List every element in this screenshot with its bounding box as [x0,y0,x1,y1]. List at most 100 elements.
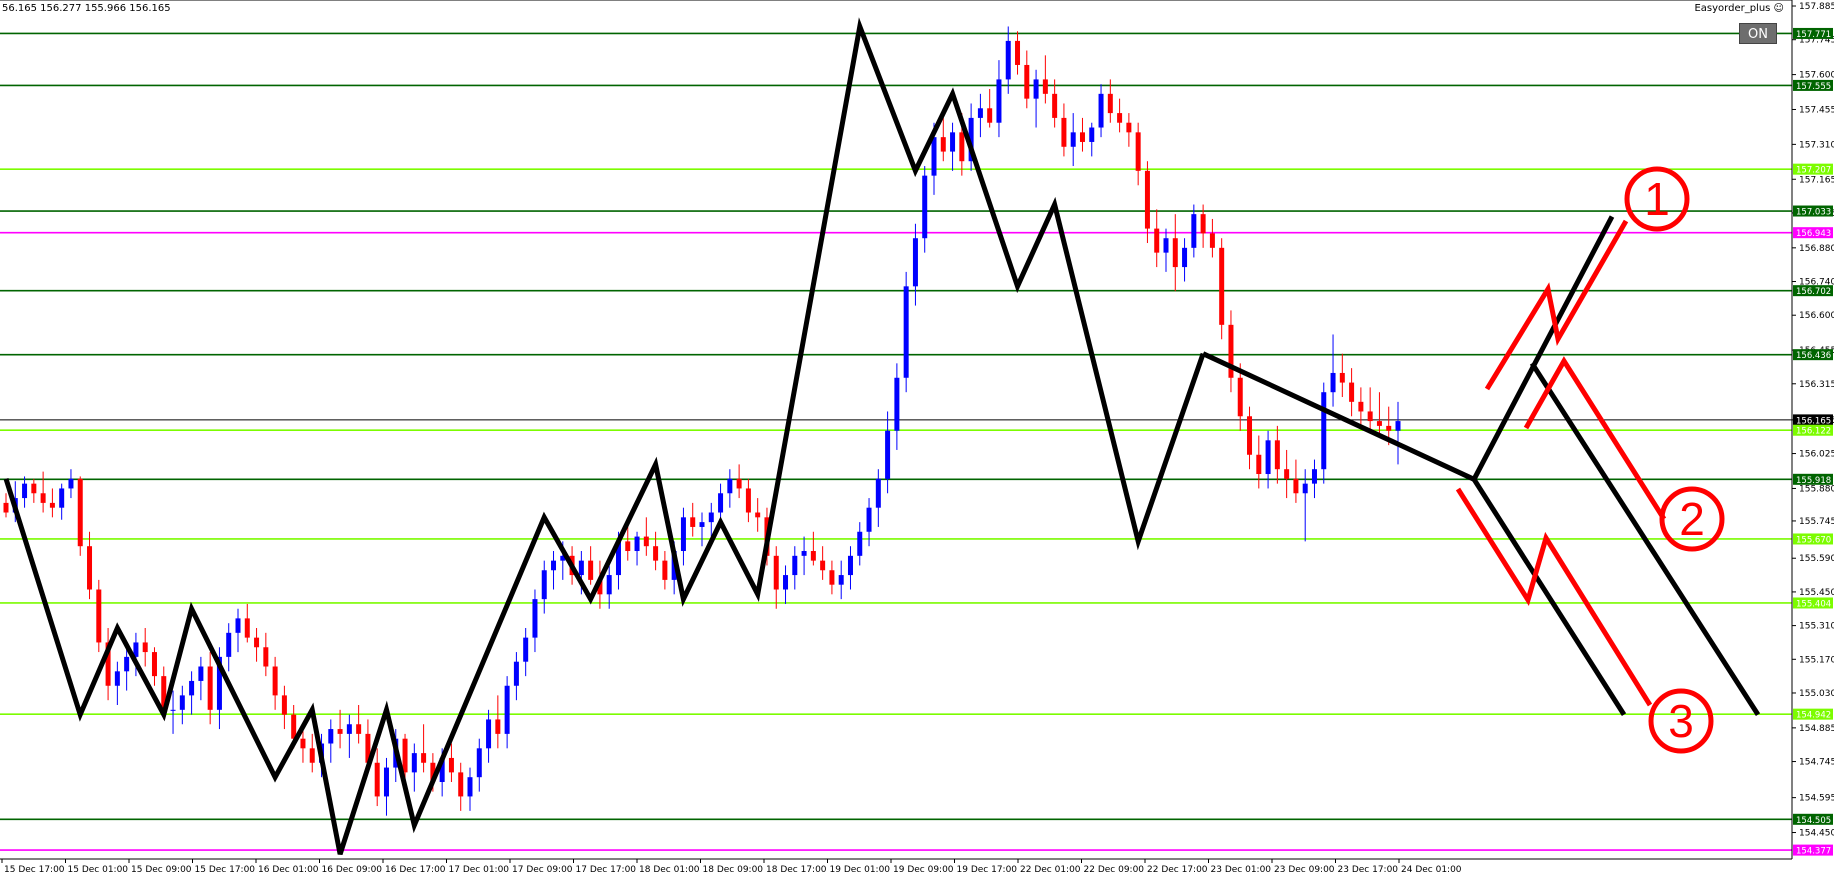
candle [1154,209,1160,268]
candle [588,546,594,585]
price-tick-label: 155.590 [1799,554,1834,564]
time-tick-label: 22 Dec 01:00 [1020,865,1081,875]
candle-body [662,560,668,580]
candle-body [346,724,352,734]
candle [690,502,696,537]
candle-body [263,647,269,667]
candle [857,522,863,566]
candle-body [1117,113,1123,123]
candle-body [940,137,946,152]
candle [1339,353,1345,398]
candle-body [1005,40,1011,80]
candle-body [1321,392,1327,470]
candle [829,560,835,595]
candle [1219,238,1225,340]
candle-body [801,551,807,556]
candle-body [22,483,28,499]
candle [254,628,260,662]
candle [77,476,83,556]
ea-on-button[interactable]: ON [1739,23,1777,44]
marker-number: 3 [1668,695,1694,747]
candle [1079,117,1085,152]
candle [1005,26,1011,94]
candle-body [996,79,1002,123]
candle-body [77,478,83,547]
candle-body [402,738,408,773]
time-tick-label: 23 Dec 17:00 [1338,865,1399,875]
time-tick-label: 19 Dec 01:00 [830,865,891,875]
candle-body [383,767,389,797]
candle-body [1376,421,1382,426]
candle-body [1191,214,1197,248]
candle [31,478,37,503]
candle-body [950,132,956,152]
expert-advisor-name: Easyorder_plus ☺ [1694,3,1784,14]
candle [903,271,909,393]
candle-body [606,575,612,595]
time-tick-label: 17 Dec 17:00 [576,865,637,875]
candle-body [1367,411,1373,422]
candle [170,690,176,734]
zigzag-line [3,17,1206,855]
candle [1144,161,1150,244]
candle-body [1349,382,1355,402]
candle-body [810,551,816,561]
candle-body [124,656,130,672]
time-tick-label: 17 Dec 09:00 [512,865,573,875]
candle-body [875,478,881,508]
price-tick-label: 156.025 [1799,450,1834,460]
candle-body [792,555,798,576]
candle [244,603,250,643]
candle-body [374,762,380,797]
candle [495,695,501,749]
candle [875,469,881,527]
projection-down [1202,351,1476,482]
candle [755,498,761,532]
price-chart[interactable]: 123 157.885157.745157.600157.455157.3101… [0,0,1834,879]
time-tick-label: 15 Dec 09:00 [131,865,192,875]
candle [59,483,65,520]
candle [1117,98,1123,133]
zigzag-overlay [3,17,1761,855]
candle-body [513,661,519,686]
candle-body [486,719,492,749]
candle [383,757,389,816]
candle [467,767,473,811]
candle-body [1256,454,1262,475]
candle-body [96,589,102,643]
candle [783,565,789,604]
candle [421,724,427,773]
time-tick-label: 18 Dec 17:00 [766,865,827,875]
scenario-marker-3: 3 [1648,688,1714,754]
time-tick-label: 23 Dec 01:00 [1211,865,1272,875]
candle [179,685,185,725]
candle-body [1311,469,1317,484]
candle [411,743,417,792]
candle [263,632,269,677]
level-label: 156.943 [1796,229,1831,239]
candle-body [1358,401,1364,412]
candle-body [476,748,482,778]
candle [68,469,74,499]
candle-body [244,618,250,638]
candle [680,507,686,566]
price-tick-label: 155.170 [1799,655,1834,665]
candle-body [1330,372,1336,393]
candle-body [912,238,918,287]
candle [1274,425,1280,484]
candle [708,502,714,537]
candle [337,709,343,749]
candle [847,546,853,590]
candle-body [1163,238,1169,253]
candle [1191,204,1197,258]
candle-body [829,570,835,585]
candle-body [1395,421,1401,431]
candle [1015,31,1021,75]
candle-body [458,772,464,797]
candle [1330,334,1336,407]
candle [912,223,918,306]
candle [1228,310,1234,393]
candle-body [820,560,826,571]
candle-body [328,729,334,744]
price-tick-label: 155.310 [1799,622,1834,632]
